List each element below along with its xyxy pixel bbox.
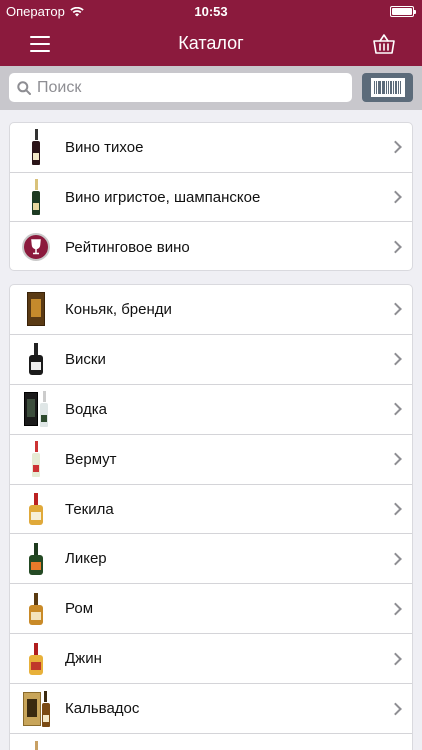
catalog-item-cognac[interactable]: Коньяк, бренди (10, 285, 412, 335)
chevron-right-icon (389, 502, 402, 516)
catalog-item-calvados[interactable]: Кальвадос (10, 684, 412, 735)
rum-bottle-icon (10, 584, 62, 633)
page-title: Каталог (178, 33, 244, 53)
chevron-right-icon (389, 452, 402, 466)
whisky-bottle-icon (10, 335, 62, 384)
catalog-item-label: Ром (65, 600, 94, 618)
catalog-item-still-wine[interactable]: Вино тихое (10, 123, 412, 173)
chevron-right-icon (389, 303, 402, 316)
catalog-item-label: Текила (65, 500, 114, 518)
catalog-item-label: Вино игристое, шампанское (65, 188, 261, 206)
bottle-icon (10, 734, 62, 750)
battery-icon (390, 6, 416, 17)
catalog-item-partial[interactable] (10, 734, 412, 750)
chevron-right-icon (389, 552, 402, 566)
chevron-right-icon (389, 652, 402, 666)
catalog-item-rum[interactable]: Ром (10, 584, 412, 635)
catalog-item-rated-wine[interactable]: Рейтинговое вино (10, 222, 412, 270)
search-icon (17, 80, 31, 95)
status-time: 10:53 (194, 4, 228, 19)
catalog-item-label: Коньяк, бренди (65, 300, 172, 318)
catalog-item-liqueur[interactable]: Ликер (10, 534, 412, 585)
catalog-group-wine: Вино тихое Вино игристое, шампанское Рей… (9, 122, 413, 271)
vermouth-bottle-icon (10, 435, 62, 484)
red-wine-bottle-icon (10, 123, 62, 172)
wine-rating-badge-icon (22, 233, 50, 262)
catalog-item-vermouth[interactable]: Вермут (10, 435, 412, 485)
barcode-icon (370, 78, 405, 97)
catalog-item-sparkling-wine[interactable]: Вино игристое, шампанское (10, 173, 412, 223)
catalog-item-label: Рейтинговое вино (65, 238, 190, 256)
chevron-right-icon (389, 702, 402, 715)
barcode-scan-button[interactable] (362, 73, 413, 102)
calvados-box-icon (10, 684, 62, 733)
status-bar: Оператор 10:53 (0, 0, 422, 22)
chevron-right-icon (389, 190, 402, 204)
catalog-item-label: Виски (65, 350, 106, 368)
catalog-item-gin[interactable]: Джин (10, 634, 412, 685)
liqueur-bottle-icon (10, 534, 62, 583)
catalog-group-spirits: Коньяк, бренди Виски Водка Вермут Текила (9, 284, 413, 750)
catalog-item-whisky[interactable]: Виски (10, 335, 412, 385)
chevron-right-icon (389, 240, 402, 254)
catalog-item-tequila[interactable]: Текила (10, 485, 412, 535)
catalog-item-label: Водка (65, 400, 108, 418)
tequila-bottle-icon (10, 485, 62, 534)
catalog-item-vodka[interactable]: Водка (10, 385, 412, 435)
sparkling-wine-bottle-icon (10, 173, 62, 222)
chevron-right-icon (389, 402, 402, 416)
cognac-box-icon (10, 285, 62, 334)
search-input[interactable] (37, 78, 317, 97)
chevron-right-icon (389, 602, 402, 616)
catalog-item-label: Джин (65, 650, 102, 668)
vodka-bottle-icon (10, 385, 62, 434)
catalog-item-label: Вермут (65, 450, 117, 468)
search-bar (0, 66, 422, 110)
basket-button[interactable] (372, 33, 396, 55)
gin-bottle-icon (10, 634, 62, 683)
chevron-right-icon (389, 352, 402, 366)
catalog-item-label: Кальвадос (65, 700, 140, 718)
catalog-item-label: Вино тихое (65, 138, 144, 156)
navigation-bar: Каталог (0, 22, 422, 66)
basket-icon (373, 34, 395, 54)
chevron-right-icon (389, 140, 402, 154)
catalog-item-label: Ликер (65, 550, 107, 568)
search-field[interactable] (9, 73, 352, 102)
